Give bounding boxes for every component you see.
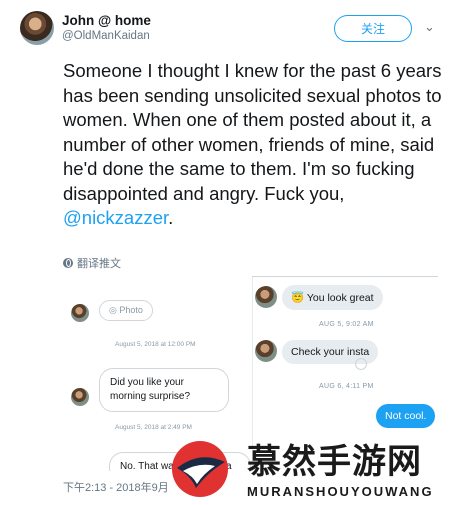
mention-link[interactable]: @nickzazzer (63, 207, 168, 228)
dm-timestamp: AUG 5, 9:02 AM (319, 321, 374, 328)
photo-label: Photo (119, 305, 143, 315)
dm-message: Did you like your morning surprise? (99, 368, 229, 412)
display-name[interactable]: John @ home (62, 13, 151, 28)
translate-tweet-link[interactable]: 翻译推文 (63, 255, 121, 271)
reaction-icon[interactable] (355, 358, 367, 370)
photo-icon: ◎ (109, 305, 117, 315)
translate-label: 翻译推文 (77, 258, 121, 270)
photo-attachment[interactable]: ◎ Photo (99, 300, 153, 321)
dm-timestamp: AUG 6, 4:11 PM (319, 383, 374, 390)
angel-emoji-icon: 😇 (291, 292, 305, 304)
dm-message: 😇 You look great (282, 285, 383, 310)
dm-timestamp: August 5, 2018 at 12:00 PM (115, 341, 196, 348)
dm-avatar (255, 286, 277, 308)
user-handle[interactable]: @OldManKaidan (62, 30, 150, 42)
chevron-down-icon[interactable]: ⌄ (424, 19, 435, 35)
watermark-title: 慕然手游网 (247, 442, 422, 482)
dm-avatar (71, 388, 89, 406)
dm-avatar (71, 304, 89, 322)
dm-avatar (255, 340, 277, 362)
tweet-text: Someone I thought I knew for the past 6 … (63, 59, 448, 231)
follow-button[interactable]: 关注 (334, 15, 412, 42)
globe-icon (63, 258, 73, 268)
media-divider (252, 276, 438, 277)
tweet-body-end: . (168, 207, 174, 228)
watermark-subtitle: MURANSHOUYOUWANG (247, 484, 434, 499)
tweet-timestamp[interactable]: 下午2:13 - 2018年9月 (63, 479, 169, 495)
tweet-body: Someone I thought I knew for the past 6 … (63, 60, 442, 204)
dm-timestamp: August 5, 2018 at 2:49 PM (115, 424, 192, 431)
watermark-logo-icon (172, 441, 228, 497)
avatar[interactable] (20, 11, 54, 45)
dm-message: Not cool. (376, 404, 436, 428)
